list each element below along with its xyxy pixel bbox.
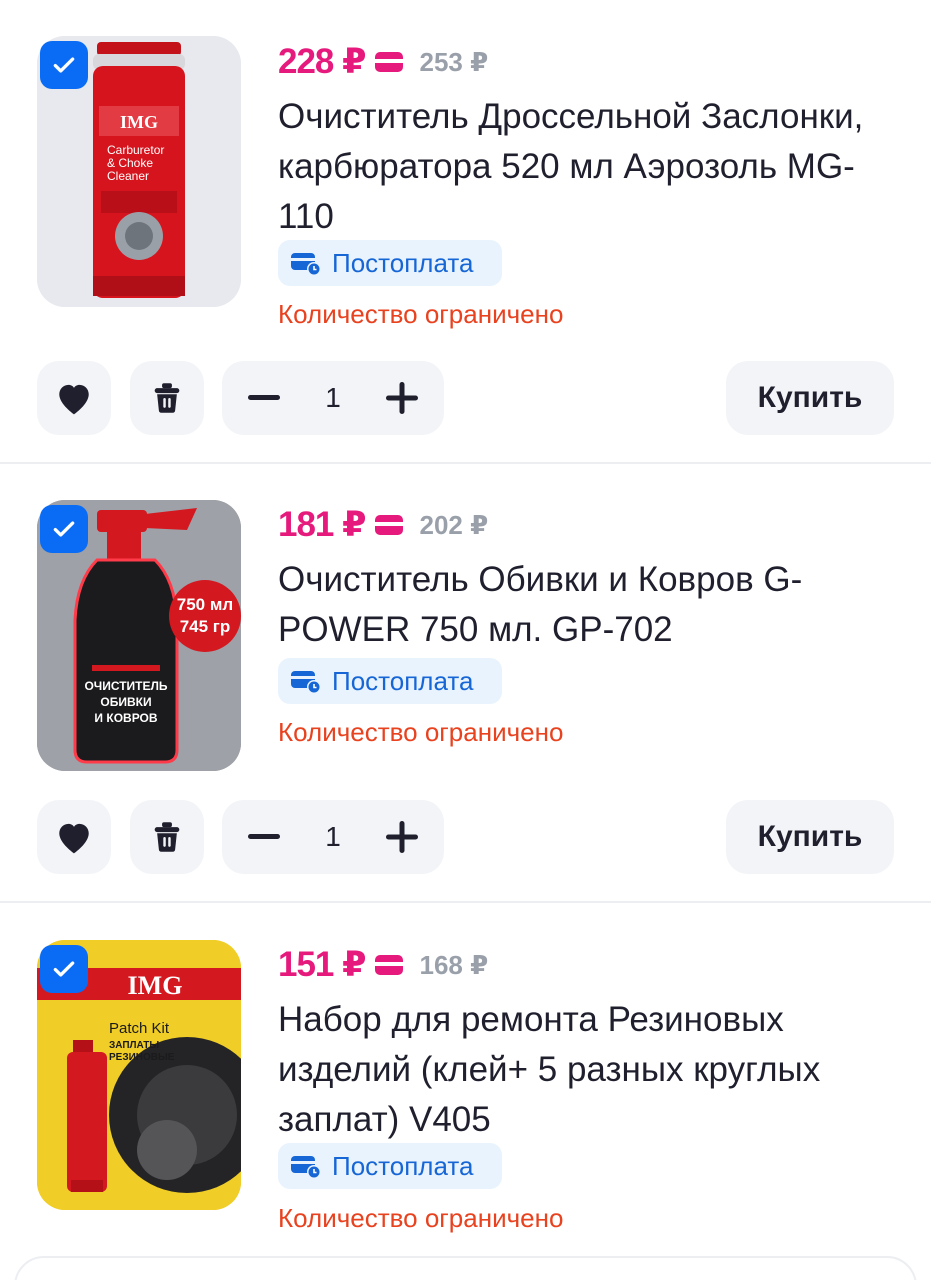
favorite-button[interactable] <box>37 800 111 874</box>
item-checkbox[interactable] <box>40 505 88 553</box>
next-card-edge <box>14 1256 917 1280</box>
quantity-stepper: 1 <box>222 361 444 435</box>
stock-warning: Количество ограничено <box>278 1203 564 1233</box>
buy-button[interactable]: Купить <box>726 361 894 435</box>
buy-button[interactable]: Купить <box>726 800 894 874</box>
svg-text:И КОВРОВ: И КОВРОВ <box>94 711 157 725</box>
quantity-stepper: 1 <box>222 800 444 874</box>
current-price: 181 ₽ <box>278 505 366 544</box>
heart-icon <box>59 384 89 415</box>
postpay-badge: Постоплата <box>278 1143 502 1189</box>
checkbox-checked-icon <box>53 57 75 73</box>
old-price: 168 ₽ <box>419 949 489 980</box>
svg-text:Patch Kit: Patch Kit <box>109 1020 170 1037</box>
stock-warning: Количество ограничено <box>278 299 564 329</box>
item-checkbox[interactable] <box>40 41 88 89</box>
badge-label: Постоплата <box>332 1150 474 1181</box>
old-price: 253 ₽ <box>419 46 489 77</box>
svg-text:Cleaner: Cleaner <box>107 169 149 183</box>
trash-icon <box>154 822 180 852</box>
product-title[interactable]: Очиститель Обивки и Ковров G-POWER 750 м… <box>278 555 898 655</box>
price-row: 151 ₽ 168 ₽ <box>278 945 488 985</box>
postpay-badge: Постоплата <box>278 240 502 286</box>
cart-page: IMG Carburetor & Choke Cleaner 228 ₽ 253… <box>0 0 931 1280</box>
quantity-value[interactable]: 1 <box>313 382 353 414</box>
minus-icon <box>248 834 280 839</box>
price-row: 181 ₽ 202 ₽ <box>278 505 488 545</box>
badge-label: Постоплата <box>332 665 474 696</box>
old-price: 202 ₽ <box>419 509 489 540</box>
increase-button[interactable] <box>380 376 424 420</box>
badge-label: Постоплата <box>332 247 474 278</box>
checkbox-checked-icon <box>53 961 75 977</box>
increase-button[interactable] <box>380 815 424 859</box>
postpay-card-clock-icon <box>291 671 321 694</box>
delete-button[interactable] <box>130 800 204 874</box>
product-title[interactable]: Очиститель Дроссельной Заслонки, карбюра… <box>278 92 898 242</box>
delete-button[interactable] <box>130 361 204 435</box>
current-price: 151 ₽ <box>278 945 366 984</box>
heart-icon <box>59 823 89 854</box>
postpay-card-clock-icon <box>291 253 321 276</box>
item-divider <box>0 462 931 464</box>
decrease-button[interactable] <box>242 815 286 859</box>
card-icon <box>375 515 404 535</box>
card-icon <box>375 955 404 975</box>
favorite-button[interactable] <box>37 361 111 435</box>
svg-text:ЗАПЛАТЫ: ЗАПЛАТЫ <box>109 1040 159 1051</box>
minus-icon <box>248 395 280 400</box>
plus-icon <box>386 382 418 414</box>
svg-text:& Choke: & Choke <box>107 156 153 170</box>
svg-text:Carburetor: Carburetor <box>107 143 164 157</box>
plus-icon <box>386 821 418 853</box>
svg-text:РЕЗИНОВЫЕ: РЕЗИНОВЫЕ <box>109 1052 175 1063</box>
svg-text:750 мл: 750 мл <box>177 595 233 614</box>
product-title[interactable]: Набор для ремонта Резиновых изделий (кле… <box>278 995 898 1145</box>
card-icon <box>375 52 404 72</box>
svg-text:IMG: IMG <box>128 971 183 1000</box>
svg-text:ОЧИСТИТЕЛЬ: ОЧИСТИТЕЛЬ <box>84 679 167 693</box>
decrease-button[interactable] <box>242 376 286 420</box>
product-image-brand: IMG <box>120 112 158 132</box>
svg-text:ОБИВКИ: ОБИВКИ <box>100 695 151 709</box>
current-price: 228 ₽ <box>278 42 366 81</box>
trash-icon <box>154 383 180 413</box>
postpay-badge: Постоплата <box>278 658 502 704</box>
price-row: 228 ₽ 253 ₽ <box>278 42 488 82</box>
checkbox-checked-icon <box>53 521 75 537</box>
stock-warning: Количество ограничено <box>278 717 564 747</box>
quantity-value[interactable]: 1 <box>313 821 353 853</box>
svg-text:745 гр: 745 гр <box>180 617 231 636</box>
postpay-card-clock-icon <box>291 1156 321 1179</box>
item-checkbox[interactable] <box>40 945 88 993</box>
item-divider <box>0 901 931 903</box>
